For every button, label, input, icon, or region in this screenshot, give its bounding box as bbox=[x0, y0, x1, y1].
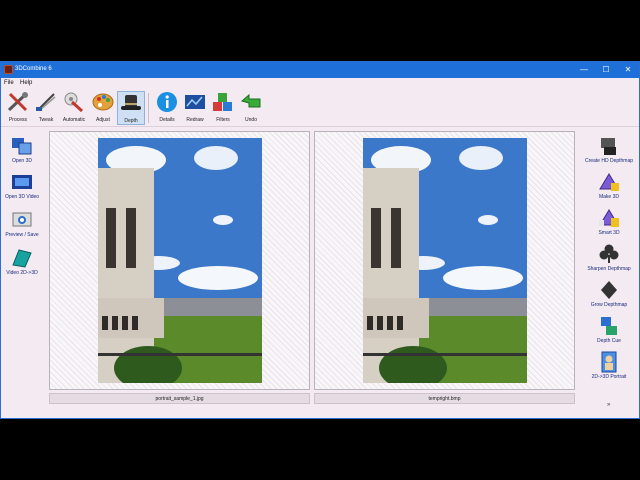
app-icon bbox=[4, 65, 13, 74]
tweak-button[interactable]: Tweak bbox=[32, 91, 60, 125]
sharpen-depthmap-icon bbox=[597, 243, 621, 265]
redraw-button[interactable]: Redraw bbox=[181, 91, 209, 125]
toolbar-separator bbox=[148, 93, 149, 123]
right-image-panel[interactable] bbox=[314, 131, 575, 390]
grow-depthmap-button[interactable]: Grow Depthmap bbox=[579, 279, 639, 308]
details-button[interactable]: Details bbox=[153, 91, 181, 125]
depth-button[interactable]: Depth bbox=[117, 91, 145, 125]
automatic-button[interactable]: Automatic bbox=[60, 91, 88, 125]
open-3d-video-button[interactable]: Open 3D Video bbox=[1, 171, 43, 200]
create-hd-depthmap-icon bbox=[597, 135, 621, 157]
smart-3d-label: Smart 3D bbox=[598, 230, 620, 236]
right-caption: tempright.bmp bbox=[314, 393, 575, 404]
make-3d-button[interactable]: Make 3D bbox=[579, 171, 639, 200]
app-window: 3DCombine 6 — ☐ ✕ File Help Process Twea… bbox=[0, 61, 640, 419]
preview-save-icon bbox=[10, 209, 34, 231]
open-3d-video-label: Open 3D Video bbox=[4, 194, 40, 200]
left-image-panel[interactable] bbox=[49, 131, 310, 390]
filters-blocks-icon bbox=[211, 91, 235, 113]
sidebar-more-chevron[interactable]: » bbox=[607, 402, 610, 408]
sharpen-depthmap-button[interactable]: Sharpen Depthmap bbox=[579, 243, 639, 272]
depth-cue-label: Depth Cue bbox=[597, 338, 621, 344]
process-label: Process bbox=[8, 117, 28, 123]
open-3d-button[interactable]: Open 3D bbox=[1, 135, 43, 164]
depth-label: Depth bbox=[124, 118, 138, 124]
adjust-palette-icon bbox=[91, 91, 115, 113]
process-icon bbox=[6, 91, 30, 113]
video-2d-3d-button[interactable]: Video 2D->3D bbox=[1, 247, 43, 276]
depth-cue-icon bbox=[597, 315, 621, 337]
open-3d-icon bbox=[10, 135, 34, 157]
adjust-button[interactable]: Adjust bbox=[89, 91, 117, 125]
window-title: 3DCombine 6 bbox=[15, 66, 52, 72]
info-icon bbox=[155, 91, 179, 113]
right-sidebar: Create HD Depthmap Make 3D Smart 3D Shar… bbox=[579, 128, 639, 418]
create-hd-depthmap-button[interactable]: Create HD Depthmap bbox=[579, 135, 639, 164]
tweak-icon bbox=[34, 91, 58, 113]
depth-hat-icon bbox=[119, 92, 143, 114]
smart-3d-icon bbox=[597, 207, 621, 229]
portrait-icon bbox=[597, 351, 621, 373]
menu-help[interactable]: Help bbox=[20, 80, 32, 86]
depth-cue-button[interactable]: Depth Cue bbox=[579, 315, 639, 344]
automatic-label: Automatic bbox=[62, 117, 86, 123]
menu-bar: File Help bbox=[1, 78, 639, 88]
create-hd-depthmap-label: Create HD Depthmap bbox=[584, 158, 634, 164]
title-bar[interactable]: 3DCombine 6 — ☐ ✕ bbox=[1, 62, 639, 78]
right-photo bbox=[363, 138, 527, 383]
toolbar: Process Tweak Automatic Adjust Depth Det… bbox=[1, 89, 639, 127]
open-3d-label: Open 3D bbox=[11, 158, 32, 164]
grow-depthmap-label: Grow Depthmap bbox=[590, 302, 628, 308]
filters-button[interactable]: Filters bbox=[209, 91, 237, 125]
make-3d-icon bbox=[597, 171, 621, 193]
automatic-icon bbox=[62, 91, 86, 113]
undo-button[interactable]: Undo bbox=[237, 91, 265, 125]
make-3d-label: Make 3D bbox=[598, 194, 619, 200]
undo-arrow-icon bbox=[239, 91, 263, 113]
filters-label: Filters bbox=[216, 117, 230, 123]
redraw-icon bbox=[183, 91, 207, 113]
letterbox-bottom bbox=[0, 419, 640, 480]
portrait-2d-3d-label: 2D->3D Portrait bbox=[591, 374, 627, 380]
preview-save-button[interactable]: Preview / Save bbox=[1, 209, 43, 238]
preview-save-label: Preview / Save bbox=[5, 232, 39, 238]
video-2d-3d-label: Video 2D->3D bbox=[6, 270, 38, 276]
open-3d-video-icon bbox=[10, 171, 34, 193]
left-caption: portrait_sample_1.jpg bbox=[49, 393, 310, 404]
video-2d-3d-icon bbox=[10, 247, 34, 269]
screen: 3DCombine 6 — ☐ ✕ File Help Process Twea… bbox=[0, 0, 640, 480]
smart-3d-button[interactable]: Smart 3D bbox=[579, 207, 639, 236]
redraw-label: Redraw bbox=[186, 117, 204, 123]
process-button[interactable]: Process bbox=[4, 91, 32, 125]
adjust-label: Adjust bbox=[96, 117, 110, 123]
tweak-label: Tweak bbox=[38, 117, 54, 123]
details-label: Details bbox=[159, 117, 175, 123]
undo-label: Undo bbox=[245, 117, 257, 123]
sharpen-depthmap-label: Sharpen Depthmap bbox=[587, 266, 631, 272]
minimize-button[interactable]: — bbox=[573, 62, 595, 78]
portrait-2d-3d-button[interactable]: 2D->3D Portrait bbox=[579, 351, 639, 380]
grow-depthmap-icon bbox=[597, 279, 621, 301]
menu-file[interactable]: File bbox=[4, 80, 14, 86]
close-button[interactable]: ✕ bbox=[617, 62, 639, 78]
left-photo bbox=[98, 138, 262, 383]
left-sidebar: Open 3D Open 3D Video Preview / Save Vid… bbox=[1, 128, 45, 404]
maximize-button[interactable]: ☐ bbox=[595, 62, 617, 78]
